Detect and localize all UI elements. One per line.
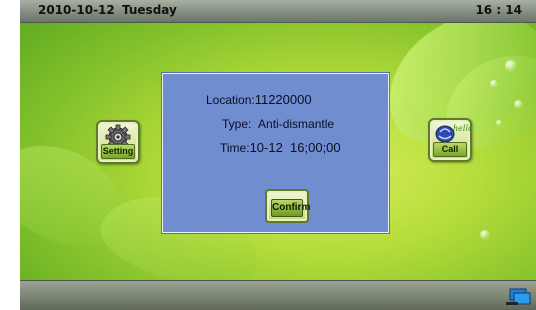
hello-text: hello [453, 124, 470, 133]
type-row: Type: Anti-dismantle [222, 117, 334, 131]
monitor-icon[interactable] [506, 288, 534, 306]
water-drop [505, 60, 517, 72]
location-row: Location:11220000 [206, 92, 312, 107]
status-date: 2010-10-12 [38, 3, 115, 17]
status-weekday: Tuesday [122, 3, 177, 17]
setting-button[interactable]: Setting [96, 120, 140, 164]
location-value: 11220000 [254, 92, 312, 107]
alarm-dialog: Location:11220000 Type: Anti-dismantle T… [162, 73, 389, 233]
water-drop [490, 80, 498, 88]
water-drop [514, 100, 523, 109]
water-drop [496, 120, 502, 126]
status-clock: 16 : 14 [475, 3, 522, 17]
time-label: Time: [220, 141, 250, 155]
type-label: Type: [222, 117, 252, 131]
call-button[interactable]: hello Call [428, 118, 472, 162]
status-bar: 2010-10-12 Tuesday 16 : 14 [20, 0, 536, 23]
time-value: 10-12 16;00;00 [249, 140, 341, 155]
bottom-bar [20, 280, 536, 310]
setting-label: Setting [101, 144, 135, 159]
confirm-label: Confirm [271, 199, 310, 217]
water-drop [480, 230, 490, 240]
confirm-button[interactable]: Confirm [265, 189, 310, 223]
intercom-screen: 2010-10-12 Tuesday 16 : 14 Setting hell … [20, 0, 536, 310]
location-label: Location: [206, 93, 255, 107]
time-row: Time:10-12 16;00;00 [220, 140, 341, 155]
call-label: Call [433, 142, 467, 157]
type-value: Anti-dismantle [258, 117, 335, 131]
